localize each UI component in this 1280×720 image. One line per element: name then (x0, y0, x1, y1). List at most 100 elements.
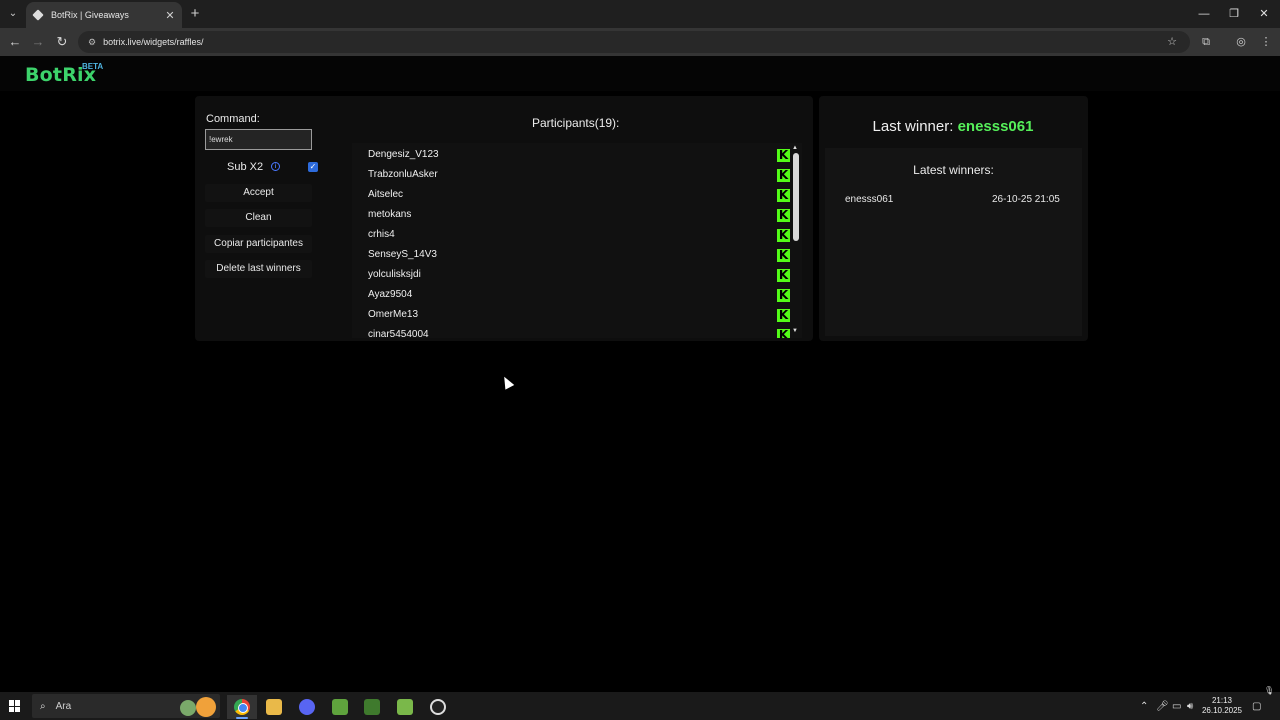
latest-winners-box: Latest winners: enesss061 26-10-25 21:05 (825, 148, 1082, 336)
browser-tab-bar: ⌄ BotRix | Giveaways ✕ + — ❐ ✕ (0, 0, 1280, 28)
tab-search-chevron-icon[interactable]: ⌄ (4, 5, 22, 23)
list-item[interactable]: crhis4 K (368, 225, 790, 245)
list-item[interactable]: cinar5454004 K (368, 325, 790, 338)
taskbar-minecraft-3[interactable] (390, 695, 420, 719)
kick-icon: K (777, 329, 790, 338)
taskbar-obs[interactable] (423, 695, 453, 719)
sub-x2-label: Sub X2 (227, 161, 264, 173)
last-winner-heading: Last winner: enesss061 (820, 118, 1086, 135)
folder-icon (266, 699, 282, 715)
kick-icon: K (777, 248, 790, 262)
obs-icon (430, 699, 446, 715)
taskbar-discord[interactable] (292, 695, 322, 719)
profile-icon[interactable]: ◎ (1232, 33, 1250, 51)
beta-badge: BETA (82, 62, 104, 71)
info-icon[interactable]: i (271, 162, 280, 171)
kick-icon: K (777, 188, 790, 202)
participant-name: Ayaz9504 (368, 289, 413, 300)
taskbar-minecraft-1[interactable] (325, 695, 355, 719)
back-icon[interactable]: ← (5, 32, 25, 52)
kick-icon: K (777, 148, 790, 162)
network-icon[interactable]: ▭ (1172, 701, 1181, 712)
last-winner-name: enesss061 (957, 118, 1034, 135)
close-window-icon[interactable]: ✕ (1249, 4, 1279, 24)
list-item[interactable]: Aitselec K (368, 185, 790, 205)
list-item[interactable]: Dengesiz_V123 K (368, 145, 790, 165)
participants-list[interactable]: Dengesiz_V123 K TrabzonluAsker K Aitselec K… (352, 143, 802, 338)
new-tab-button[interactable]: + (188, 5, 202, 23)
kick-icon: K (777, 168, 790, 182)
taskbar: ⌕ Ara ⌃ 🎤︎ ▭ 🔊︎ 21:13 26.10.2025 ▢ 🎙︎ (0, 686, 1280, 720)
participant-name: crhis4 (368, 229, 395, 240)
taskbar-chrome[interactable] (227, 695, 257, 719)
command-label: Command: (206, 113, 260, 125)
volume-icon[interactable]: 🔊︎ (1187, 701, 1193, 712)
kick-icon: K (777, 288, 790, 302)
minecraft-icon (364, 699, 380, 715)
browser-toolbar: ← → ↻ ⚙ botrix.live/widgets/raffles/ ☆ ⧉… (0, 28, 1280, 56)
sub-x2-checkbox[interactable]: ✓ (308, 162, 318, 172)
address-url: botrix.live/widgets/raffles/ (103, 37, 204, 47)
tab-title: BotRix | Giveaways (51, 10, 129, 20)
site-info-icon[interactable]: ⚙ (88, 37, 96, 48)
clock-date: 26.10.2025 (1201, 706, 1243, 715)
clean-button[interactable]: Clean (205, 209, 312, 227)
kick-icon: K (777, 228, 790, 242)
maximize-icon[interactable]: ❐ (1219, 4, 1249, 24)
delete-last-winners-button[interactable]: Delete last winners (205, 260, 312, 278)
latest-winners-title: Latest winners: (913, 163, 994, 177)
tray-chevron-icon[interactable]: ⌃ (1140, 701, 1148, 712)
mouse-cursor-icon (499, 374, 515, 390)
list-item[interactable]: metokans K (368, 205, 790, 225)
kick-icon: K (777, 268, 790, 282)
search-icon: ⌕ (40, 700, 46, 712)
taskbar-clock[interactable]: 21:13 26.10.2025 (1200, 696, 1244, 716)
taskbar-search[interactable]: ⌕ Ara (32, 694, 220, 718)
menu-icon[interactable]: ⋮ (1257, 33, 1275, 51)
bookmark-star-icon[interactable]: ☆ (1163, 33, 1181, 51)
winner-name: enesss061 (845, 194, 894, 205)
command-input[interactable] (205, 129, 312, 150)
participant-name: cinar5454004 (368, 329, 429, 338)
minimize-icon[interactable]: — (1189, 4, 1219, 24)
scrollbar-thumb[interactable] (793, 153, 799, 241)
last-winner-label: Last winner: (872, 118, 954, 135)
site-header: BotRix BETA (0, 56, 1280, 91)
accept-button[interactable]: Accept (205, 184, 312, 202)
mic-indicator-icon: 🎙︎ (1264, 686, 1275, 695)
address-bar[interactable]: ⚙ botrix.live/widgets/raffles/ (78, 31, 1190, 53)
list-item[interactable]: SenseyS_14V3 K (368, 245, 790, 265)
list-item[interactable]: OmerMe13 K (368, 305, 790, 325)
scroll-down-arrow-icon[interactable]: ▼ (792, 328, 798, 334)
list-item[interactable]: yolculisksjdi K (368, 265, 790, 285)
participant-name: SenseyS_14V3 (368, 249, 437, 260)
taskbar-search-placeholder: Ara (55, 700, 72, 712)
participant-name: yolculisksjdi (368, 269, 421, 280)
extensions-icon[interactable]: ⧉ (1197, 33, 1215, 51)
search-highlight-icon (196, 697, 216, 717)
participant-name: TrabzonluAsker (368, 169, 438, 180)
browser-tab[interactable]: BotRix | Giveaways ✕ (26, 2, 182, 28)
participant-name: Dengesiz_V123 (368, 149, 439, 160)
participant-name: metokans (368, 209, 412, 220)
botrix-favicon-icon (32, 9, 44, 21)
notifications-icon[interactable]: ▢ (1252, 701, 1261, 712)
participants-title: Participants(19): (532, 116, 620, 130)
scroll-up-arrow-icon[interactable]: ▲ (792, 145, 798, 151)
chrome-icon (234, 699, 250, 715)
windows-start-icon[interactable] (9, 700, 21, 712)
copy-participants-button[interactable]: Copiar participantes (205, 235, 312, 253)
tab-close-icon[interactable]: ✕ (164, 9, 176, 22)
reload-icon[interactable]: ↻ (52, 32, 72, 52)
list-item[interactable]: TrabzonluAsker K (368, 165, 790, 185)
minecraft-icon (332, 699, 348, 715)
forward-icon[interactable]: → (28, 32, 48, 52)
clock-time: 21:13 (1211, 696, 1233, 705)
taskbar-minecraft-2[interactable] (357, 695, 387, 719)
list-item[interactable]: Ayaz9504 K (368, 285, 790, 305)
kick-icon: K (777, 308, 790, 322)
taskbar-file-explorer[interactable] (259, 695, 289, 719)
winner-date: 26-10-25 21:05 (992, 194, 1060, 205)
search-highlight-icon (180, 700, 196, 716)
microphone-icon[interactable]: 🎤︎ (1156, 701, 1169, 712)
